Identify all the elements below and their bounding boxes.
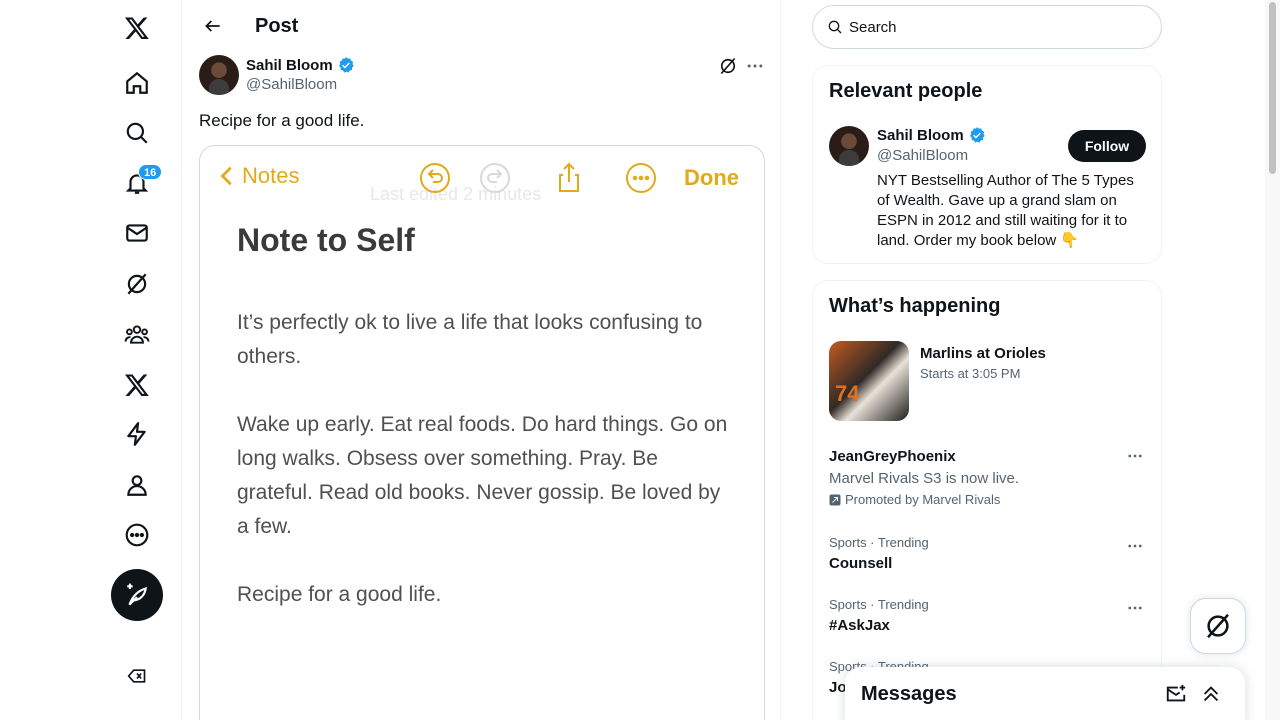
verified-badge-icon — [338, 57, 354, 73]
more-options-icon[interactable] — [112, 510, 162, 560]
whats-happening-card: What’s happening 74 Marlins at Orioles S… — [812, 280, 1162, 720]
messages-icon[interactable] — [112, 208, 162, 258]
chevron-left-icon — [220, 166, 232, 186]
author-handle[interactable]: @SahilBloom — [246, 76, 337, 93]
promo-more-button[interactable] — [1125, 446, 1145, 466]
more-horizontal-icon — [747, 64, 763, 68]
undo-icon — [420, 163, 450, 193]
trend-meta: Sports · Trending — [829, 535, 929, 550]
redo-icon — [480, 163, 510, 193]
page-scrollbar[interactable] — [1265, 0, 1280, 720]
promoted-by: Promoted by Marvel Rivals — [829, 492, 1000, 507]
post-image[interactable]: Notes Last edited 2 minutes Done Note to… — [199, 145, 765, 720]
grok-icon[interactable] — [112, 259, 162, 309]
note-ghost-text: Last edited 2 minutes — [370, 184, 542, 204]
messages-title: Messages — [861, 683, 957, 705]
search-placeholder: Search — [849, 18, 897, 36]
post-more-button[interactable] — [745, 56, 765, 76]
person-handle[interactable]: @SahilBloom — [877, 147, 968, 164]
page-title: Post — [255, 15, 299, 37]
notes-back: Notes — [216, 163, 299, 189]
premium-x-icon[interactable] — [112, 360, 162, 410]
jersey-number: 74 — [835, 381, 860, 406]
grok-icon — [1207, 613, 1229, 639]
promoted-icon — [829, 494, 841, 505]
trend-meta: Sports · Trending — [829, 597, 929, 612]
promo-account[interactable]: JeanGreyPhoenix — [829, 448, 956, 465]
trend-name[interactable]: Counsell — [829, 555, 892, 572]
person-name-text: Sahil Bloom — [877, 126, 964, 144]
whats-happening-title: What’s happening — [829, 295, 1001, 317]
author-name-text: Sahil Bloom — [246, 56, 333, 74]
author-avatar[interactable] — [199, 55, 239, 95]
author-name[interactable]: Sahil Bloom — [246, 56, 355, 74]
compose-post-button[interactable] — [111, 569, 163, 621]
verified-badge-icon — [969, 127, 985, 143]
note-paragraph-2: Wake up early. Eat real foods. Do hard t… — [237, 413, 728, 538]
more-horizontal-icon — [1128, 606, 1142, 610]
note-paragraph-3: Recipe for a good life. — [237, 583, 442, 606]
person-avatar[interactable] — [829, 126, 869, 166]
notes-toolbar: Notes Last edited 2 minutes Done — [200, 146, 764, 210]
trend-more-button[interactable] — [1125, 536, 1145, 556]
event-time: Starts at 3:05 PM — [920, 366, 1021, 381]
scrollbar-thumb[interactable] — [1269, 2, 1276, 174]
trend-name[interactable]: Jo — [829, 679, 847, 696]
notes-back-label: Notes — [242, 163, 300, 188]
event-thumbnail[interactable]: 74 — [829, 341, 909, 421]
x-logo-icon[interactable] — [112, 3, 162, 53]
communities-icon[interactable] — [112, 309, 162, 359]
backspace-icon[interactable] — [112, 651, 162, 701]
grok-explain-icon[interactable] — [718, 56, 738, 76]
arrow-left-icon — [205, 20, 220, 32]
back-button[interactable] — [195, 8, 231, 44]
more-horizontal-icon — [1128, 454, 1142, 458]
notifications-icon[interactable]: 16 — [112, 158, 163, 208]
search-icon[interactable] — [112, 108, 162, 158]
messages-drawer[interactable]: Messages — [845, 667, 1245, 720]
grok-floating-button[interactable] — [1190, 598, 1246, 654]
share-icon — [559, 162, 579, 192]
right-sidebar: Search Relevant people Sahil Bloom @Sahi… — [812, 0, 1162, 720]
post-header: Post — [183, 0, 780, 53]
new-message-icon[interactable] — [1165, 683, 1187, 705]
promo-text[interactable]: Marvel Rivals S3 is now live. — [829, 470, 1019, 487]
lightning-icon[interactable] — [112, 409, 162, 459]
note-title: Note to Self — [237, 222, 415, 258]
note-paragraph-1: It’s perfectly ok to live a life that lo… — [237, 311, 703, 368]
relevant-people-card: Relevant people Sahil Bloom @SahilBloom … — [812, 65, 1162, 264]
trend-name[interactable]: #AskJax — [829, 617, 890, 634]
ellipsis-circle-icon — [626, 163, 656, 193]
relevant-people-title: Relevant people — [829, 80, 983, 102]
main-column: Post Sahil Bloom @SahilBloom Recipe for … — [183, 0, 781, 720]
follow-button[interactable]: Follow — [1068, 130, 1146, 162]
feather-plus-icon — [127, 583, 147, 606]
promoted-by-text: Promoted by Marvel Rivals — [845, 492, 1001, 507]
profile-icon[interactable] — [112, 460, 162, 510]
search-icon — [828, 20, 842, 34]
notes-done: Done — [684, 165, 739, 190]
post-text: Recipe for a good life. — [199, 111, 365, 130]
search-input[interactable]: Search — [812, 5, 1162, 49]
event-title[interactable]: Marlins at Orioles — [920, 345, 1046, 362]
expand-up-icon[interactable] — [1200, 683, 1222, 705]
person-bio: NYT Bestselling Author of The 5 Types of… — [877, 172, 1134, 249]
more-horizontal-icon — [1128, 544, 1142, 548]
home-icon[interactable] — [112, 58, 162, 108]
person-name[interactable]: Sahil Bloom — [877, 126, 986, 144]
trend-more-button[interactable] — [1125, 598, 1145, 618]
notifications-badge: 16 — [138, 164, 163, 180]
left-navigation: 16 — [0, 0, 182, 720]
